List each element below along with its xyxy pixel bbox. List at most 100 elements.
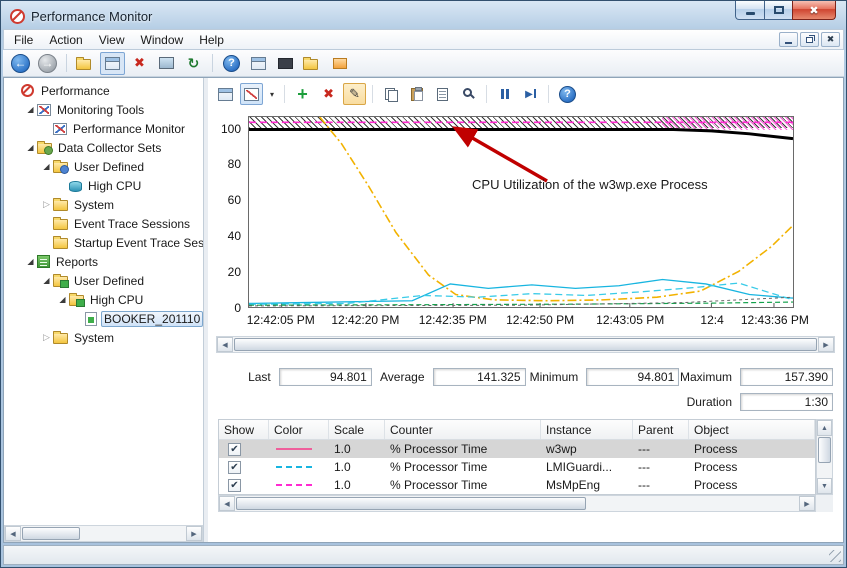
legend-row-msmpeng[interactable]: ✔1.0% Processor TimeMsMpEng---Process (219, 476, 815, 494)
tree-item-booker-201110[interactable]: BOOKER_201110 (4, 309, 203, 328)
scroll-track[interactable] (233, 337, 818, 352)
scroll-track[interactable] (817, 436, 832, 478)
collapsed-expander-icon[interactable]: ▷ (40, 332, 53, 343)
legend-header-instance[interactable]: Instance (541, 420, 633, 439)
back-button[interactable]: ← (8, 52, 33, 75)
scroll-right-button[interactable]: ▶ (186, 526, 202, 541)
mdi-minimize-button[interactable] (779, 32, 798, 47)
scroll-track[interactable] (21, 526, 186, 541)
legend-header-color[interactable]: Color (269, 420, 329, 439)
delete-counter-button[interactable]: ✖ (317, 83, 340, 105)
scroll-left-button[interactable]: ◀ (5, 526, 21, 541)
media-button[interactable] (273, 52, 298, 75)
menu-file[interactable]: File (6, 31, 41, 49)
tree-item-event-trace-sessions[interactable]: Event Trace Sessions (4, 214, 203, 233)
scroll-left-button[interactable]: ◀ (217, 337, 233, 352)
mdi-restore-button[interactable] (800, 32, 819, 47)
chart-horizontal-scrollbar[interactable]: ◀ ▶ (216, 336, 835, 353)
menu-items: FileActionViewWindowHelp (6, 31, 232, 49)
chart-type-button[interactable] (240, 83, 263, 105)
tree-item-user-defined[interactable]: ◢User Defined (4, 271, 203, 290)
new-window-button[interactable] (246, 52, 271, 75)
properties-button[interactable] (431, 83, 454, 105)
legend-header-parent[interactable]: Parent (633, 420, 689, 439)
paste-counter-list-button[interactable] (405, 83, 428, 105)
expanded-expander-icon[interactable]: ◢ (24, 105, 37, 114)
expanded-expander-icon[interactable]: ◢ (56, 295, 69, 304)
tree-item-user-defined[interactable]: ◢User Defined (4, 157, 203, 176)
tree-item-high-cpu[interactable]: High CPU (4, 176, 203, 195)
copy-properties-button[interactable] (379, 83, 402, 105)
stat-label: Average (380, 370, 424, 384)
minimize-button[interactable] (735, 1, 765, 20)
tree-item-system[interactable]: ▷System (4, 328, 203, 347)
x-tick-label: 12:42:35 PM (419, 313, 487, 327)
legend-cell: --- (633, 460, 689, 474)
tree-item-performance-monitor[interactable]: Performance Monitor (4, 119, 203, 138)
collapsed-expander-icon[interactable]: ▷ (40, 199, 53, 210)
tree-item-performance[interactable]: Performance (4, 81, 203, 100)
legend-header-object[interactable]: Object (689, 420, 815, 439)
title-bar[interactable]: Performance Monitor ✖ (3, 3, 844, 29)
scroll-right-button[interactable]: ▶ (818, 337, 834, 352)
menu-view[interactable]: View (91, 31, 133, 49)
update-data-button[interactable]: ▶ (519, 83, 542, 105)
scroll-thumb[interactable] (22, 527, 80, 540)
tree-item-high-cpu[interactable]: ◢High CPU (4, 290, 203, 309)
paste-icon (411, 88, 423, 101)
tree-item-system[interactable]: ▷System (4, 195, 203, 214)
help-button[interactable]: ? (219, 52, 244, 75)
view-pane-button[interactable] (214, 83, 237, 105)
menu-window[interactable]: Window (133, 31, 192, 49)
display-button[interactable] (154, 52, 179, 75)
legend-header-counter[interactable]: Counter (385, 420, 541, 439)
chart-type-dropdown[interactable]: ▾ (266, 83, 278, 105)
folder-icon (53, 219, 68, 230)
show-hide-console-tree-button[interactable] (100, 52, 125, 75)
tree-item-reports[interactable]: ◢Reports (4, 252, 203, 271)
library-button[interactable] (327, 52, 352, 75)
tree-item-monitoring-tools[interactable]: ◢Monitoring Tools (4, 100, 203, 119)
scroll-thumb[interactable] (236, 497, 586, 510)
add-counter-button[interactable]: + (291, 83, 314, 105)
expanded-expander-icon[interactable]: ◢ (40, 276, 53, 285)
close-button[interactable]: ✖ (792, 1, 836, 20)
freeze-display-button[interactable] (493, 83, 516, 105)
checkbox[interactable]: ✔ (228, 443, 241, 456)
mdi-close-button[interactable]: ✖ (821, 32, 840, 47)
folder-button[interactable] (300, 52, 325, 75)
delete-button[interactable]: ✖ (127, 52, 152, 75)
legend-row-lmiguardi[interactable]: ✔1.0% Processor TimeLMIGuardi...---Proce… (219, 458, 815, 476)
scroll-down-button[interactable]: ▼ (817, 478, 832, 494)
scroll-thumb[interactable] (234, 338, 817, 351)
forward-button[interactable]: → (35, 52, 60, 75)
refresh-button[interactable]: ↻ (181, 52, 206, 75)
graph-help-button[interactable]: ? (555, 83, 580, 105)
scroll-track[interactable] (235, 496, 799, 511)
scroll-thumb[interactable] (818, 437, 831, 463)
scroll-up-button[interactable]: ▲ (817, 420, 832, 436)
scroll-right-button[interactable]: ▶ (799, 496, 815, 511)
legend-vertical-scrollbar[interactable]: ▲ ▼ (816, 419, 833, 495)
checkbox[interactable]: ✔ (228, 479, 241, 492)
checkbox[interactable]: ✔ (228, 461, 241, 474)
tree-horizontal-scrollbar[interactable]: ◀ ▶ (4, 525, 203, 542)
legend-header-scale[interactable]: Scale (329, 420, 385, 439)
menu-action[interactable]: Action (41, 31, 90, 49)
highlight-button[interactable]: ✎ (343, 83, 366, 105)
tree-item-data-collector-sets[interactable]: ◢Data Collector Sets (4, 138, 203, 157)
expanded-expander-icon[interactable]: ◢ (24, 143, 37, 152)
scroll-left-button[interactable]: ◀ (219, 496, 235, 511)
legend-horizontal-scrollbar[interactable]: ◀ ▶ (218, 495, 816, 512)
tree-item-startup-event-trace-ses[interactable]: Startup Event Trace Ses (4, 233, 203, 252)
legend-header-show[interactable]: Show (219, 420, 269, 439)
expanded-expander-icon[interactable]: ◢ (24, 257, 37, 266)
tree-item-label: BOOKER_201110 (101, 311, 203, 327)
scroll-right-icon: ▶ (823, 341, 828, 349)
zoom-button[interactable] (457, 83, 480, 105)
expanded-expander-icon[interactable]: ◢ (40, 162, 53, 171)
export-list-button[interactable] (73, 52, 98, 75)
legend-row-w3wp[interactable]: ✔1.0% Processor Timew3wp---Process (219, 440, 815, 458)
menu-help[interactable]: Help (191, 31, 232, 49)
maximize-button[interactable] (764, 1, 793, 20)
